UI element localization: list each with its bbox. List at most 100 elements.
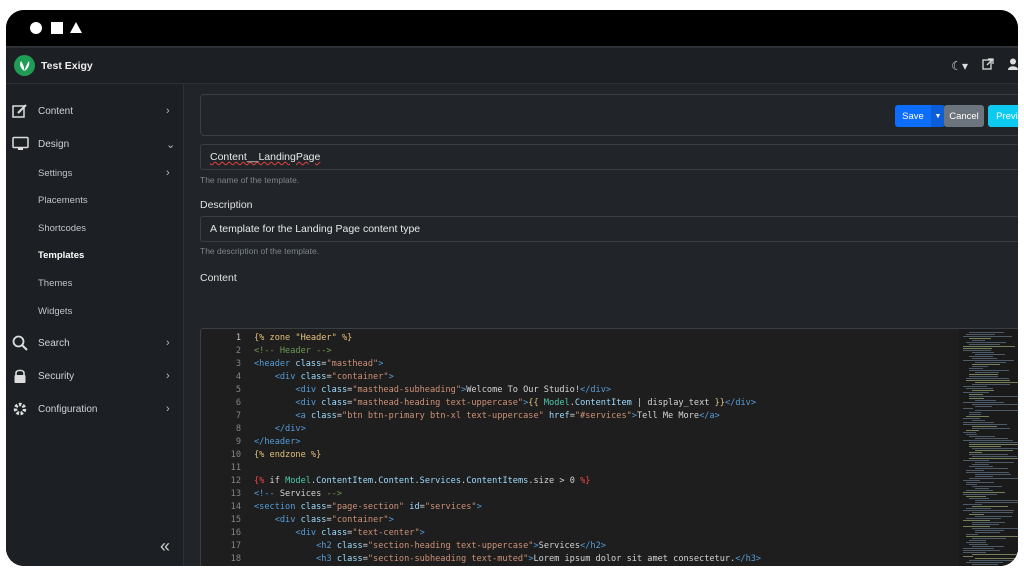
description-input[interactable]: A template for the Landing Page content … [200, 216, 1018, 242]
minimap-line [963, 360, 1014, 361]
sidebar-sub-settings[interactable]: Settings › [6, 162, 184, 184]
code-line: 17 <h2 class="section-heading text-upper… [201, 541, 961, 554]
minimap-line [975, 362, 1006, 363]
code-line: 13 <!-- Services --> [201, 489, 961, 502]
user-icon[interactable] [1008, 58, 1018, 73]
line-number: 17 [230, 541, 241, 551]
minimap-line [963, 510, 1014, 511]
minimap-line [966, 496, 986, 497]
template-name-input[interactable]: Content__LandingPage [200, 144, 1018, 170]
minimap-line [972, 538, 1006, 539]
sidebar-item-label: Search [38, 337, 70, 349]
code-line: 12 {% if Model.ContentItem.Content.Servic… [201, 476, 961, 489]
code-line: 18 <h3 class="section-subheading text-mu… [201, 554, 961, 566]
minimap-line [972, 464, 989, 465]
minimap-line [969, 356, 993, 357]
minimap-line [966, 562, 1003, 563]
minimap-line [966, 472, 1009, 473]
cancel-button[interactable]: Cancel [944, 105, 984, 127]
minimap-line [963, 392, 989, 393]
minimap-line [975, 474, 1011, 475]
preview-button[interactable]: Preview [988, 105, 1018, 127]
minimap-line [969, 544, 988, 545]
minimap-line [969, 514, 984, 515]
sidebar-sub-placements[interactable]: Placements [6, 189, 184, 211]
minimap-line [963, 402, 1004, 403]
minimap-line [963, 550, 1000, 551]
minimap-line [966, 416, 989, 417]
sidebar-sub-label: Placements [38, 194, 88, 206]
template-name-value: Content__LandingPage [210, 151, 321, 163]
minimap-line [963, 552, 986, 553]
sidebar-item-security[interactable]: Security › [6, 363, 184, 389]
minimap-line [963, 480, 980, 481]
code-line: 16 <div class="text-center"> [201, 528, 961, 541]
window-chrome [6, 10, 1018, 46]
minimap-line [972, 390, 994, 391]
code-editor[interactable]: 1 {% zone "Header" %} 2 <!-- Header --> 3 <… [200, 328, 1018, 566]
chevron-right-icon: › [166, 337, 170, 349]
minimap-line [975, 372, 999, 373]
moon-icon[interactable]: ☾▾ [951, 59, 968, 73]
minimap-line [963, 432, 976, 433]
minimap-line [969, 498, 989, 499]
line-number: 7 [235, 411, 241, 421]
brand-name: Test Exigy [41, 59, 93, 72]
sidebar-sub-templates[interactable]: Templates [6, 244, 184, 266]
sidebar-sub-widgets[interactable]: Widgets [6, 300, 184, 322]
save-button[interactable]: Save [895, 105, 931, 127]
sidebar-sub-label: Settings [38, 167, 73, 179]
code-line: 4 <div class="container"> [201, 372, 961, 385]
minimap-line [969, 560, 1018, 561]
code-line: 15 <div class="container"> [201, 515, 961, 528]
minimap-line [975, 462, 1014, 463]
code-line: 11 [201, 463, 961, 476]
minimap-line [963, 418, 980, 419]
minimap-line [969, 374, 998, 375]
sidebar-sub-themes[interactable]: Themes [6, 272, 184, 294]
minimap-line [972, 554, 1018, 555]
collapse-sidebar-icon[interactable]: « [160, 536, 170, 557]
minimap-line [966, 434, 977, 435]
gear-icon [12, 401, 28, 417]
code-line: 14 <section class="page-section" id="serv… [201, 502, 961, 515]
device-frame: Test Exigy ☾▾ Content › Design ⌄ Setting… [6, 10, 1018, 566]
triangle-icon [70, 22, 82, 33]
minimap-line [963, 350, 991, 351]
line-number: 12 [230, 476, 241, 486]
minimap-line [972, 506, 1008, 507]
code-line: 3 <header class="masthead"> [201, 359, 961, 372]
code-line: 5 <div class="masthead-subheading">Welco… [201, 385, 961, 398]
minimap-line [972, 358, 997, 359]
sidebar-sub-shortcodes[interactable]: Shortcodes [6, 217, 184, 239]
save-dropdown-toggle[interactable]: ▼ [931, 105, 945, 127]
sidebar-item-search[interactable]: Search › [6, 330, 184, 356]
code-minimap[interactable] [959, 329, 1018, 566]
code-line: 8 </div> [201, 424, 961, 437]
minimap-line [966, 536, 1018, 537]
minimap-line [966, 334, 995, 335]
minimap-line [972, 384, 1010, 385]
minimap-line [969, 370, 1009, 371]
minimap-line [972, 366, 988, 367]
line-number: 18 [230, 554, 241, 564]
sidebar-item-configuration[interactable]: Configuration › [6, 396, 184, 422]
minimap-line [966, 342, 1006, 343]
minimap-line [963, 408, 973, 409]
code-line: 9 </header> [201, 437, 961, 450]
minimap-line [975, 500, 1018, 501]
minimap-line [969, 398, 984, 399]
minimap-line [972, 340, 985, 341]
minimap-line [972, 404, 1018, 405]
sidebar-item-design[interactable]: Design ⌄ [6, 131, 184, 157]
minimap-line [966, 534, 978, 535]
minimap-line [969, 446, 1001, 447]
line-number: 15 [230, 515, 241, 525]
external-link-icon[interactable] [982, 58, 994, 73]
monitor-icon [12, 136, 29, 152]
minimap-line [969, 442, 1018, 443]
description-label: Description [200, 199, 253, 211]
minimap-line [969, 394, 983, 395]
sidebar-item-content[interactable]: Content › [6, 98, 184, 124]
brand[interactable]: Test Exigy [14, 55, 93, 76]
